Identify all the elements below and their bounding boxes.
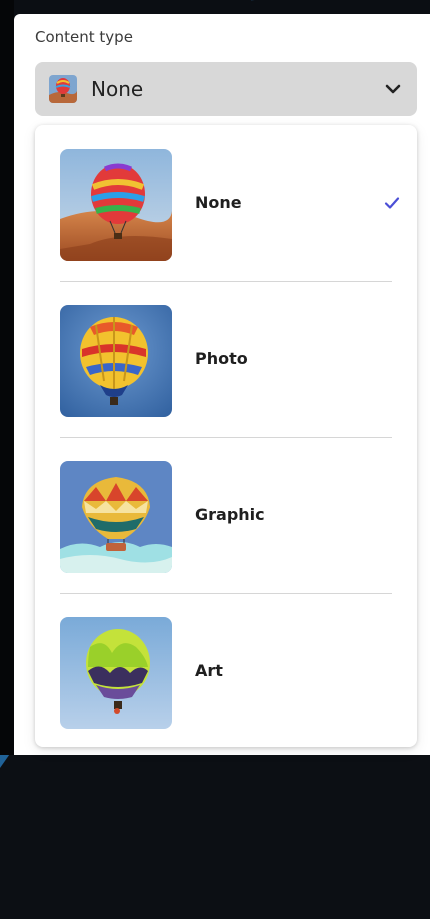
content-type-dropdown[interactable]: None [35,62,417,116]
balloon-graphic-thumbnail [60,461,172,573]
menu-item-none[interactable]: None [35,125,417,281]
balloon-photo-thumbnail [60,305,172,417]
menu-item-label: Graphic [195,505,265,524]
balloon-art-thumbnail [60,617,172,729]
checkmark-icon [383,194,401,212]
menu-item-label: None [195,193,242,212]
chevron-down-icon[interactable] [383,79,403,99]
balloon-desert-thumbnail [60,149,172,261]
menu-item-photo[interactable]: Photo [35,281,417,437]
content-type-label: Content type [35,28,133,46]
menu-item-art[interactable]: Art [35,593,417,749]
menu-item-label: Photo [195,349,248,368]
content-type-panel: Content type None [14,14,430,755]
selected-value: None [91,77,383,101]
window-edge [0,0,14,755]
selected-thumbnail [49,75,77,103]
content-type-menu: None [35,125,417,747]
menu-item-label: Art [195,661,223,680]
menu-item-graphic[interactable]: Graphic [35,437,417,593]
